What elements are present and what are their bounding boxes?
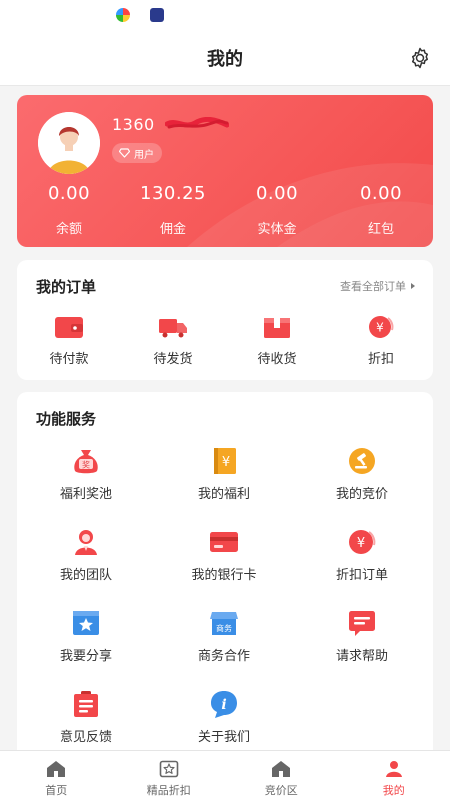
welfare-book-icon: ¥	[214, 448, 236, 474]
service-my-welfare[interactable]: ¥ 我的福利	[155, 446, 293, 508]
svg-text:¥: ¥	[376, 321, 384, 335]
profile-card: 1360 用户 0.00 余额 130.25 佣金 0.00 实体金 0.00 …	[17, 95, 433, 247]
service-my-team[interactable]: 我的团队	[17, 527, 155, 589]
gear-icon[interactable]	[408, 46, 432, 70]
phone-number: 1360	[112, 115, 155, 134]
stat-commission[interactable]: 130.25 佣金	[121, 183, 225, 237]
stat-value: 0.00	[359, 183, 403, 204]
service-label: 福利奖池	[59, 487, 112, 502]
person-icon	[385, 761, 402, 777]
order-status-label: 待收货	[257, 352, 297, 367]
service-discount-orders[interactable]: ¥ 折扣订单	[293, 527, 431, 589]
stat-value: 130.25	[140, 183, 206, 204]
tab-bidding-zone[interactable]: 竞价区	[225, 751, 338, 800]
team-icon	[75, 530, 97, 555]
tab-label: 精品折扣	[146, 784, 191, 797]
bank-card-icon	[210, 532, 238, 552]
wallet-icon	[55, 317, 83, 338]
service-label: 我的银行卡	[191, 568, 257, 583]
avatar[interactable]	[38, 112, 100, 174]
order-status-label: 待付款	[49, 352, 89, 367]
stat-label: 红包	[367, 222, 394, 237]
tab-home[interactable]: 首页	[0, 751, 113, 800]
svg-text:i: i	[221, 697, 226, 713]
tab-label: 竞价区	[264, 784, 298, 797]
view-all-orders-link[interactable]: 查看全部订单	[340, 278, 415, 294]
truck-icon	[159, 319, 187, 338]
tab-label: 我的	[382, 784, 405, 797]
auction-icon	[349, 448, 375, 474]
stat-value: 0.00	[255, 183, 299, 204]
diamond-icon	[119, 148, 130, 158]
tab-label: 首页	[45, 784, 68, 797]
service-label: 我的福利	[197, 487, 250, 502]
service-label: 关于我们	[197, 730, 250, 745]
service-label: 我的竞价	[335, 487, 388, 502]
service-label: 我要分享	[59, 649, 112, 664]
order-pending-payment[interactable]: 待付款	[17, 314, 121, 367]
svg-text:¥: ¥	[222, 455, 230, 470]
service-label: 我的团队	[59, 568, 112, 583]
service-label: 商务合作	[197, 649, 250, 664]
page-header: 我的	[0, 30, 450, 86]
page-title: 我的	[207, 48, 243, 70]
stat-value: 0.00	[47, 183, 91, 204]
caret-right-icon	[411, 283, 415, 289]
share-icon	[73, 611, 99, 635]
status-bar	[0, 0, 450, 30]
prize-bag-icon: 奖	[74, 450, 98, 474]
stat-red-packet[interactable]: 0.00 红包	[329, 183, 433, 237]
help-message-icon	[349, 611, 375, 636]
service-request-help[interactable]: 请求帮助	[293, 608, 431, 670]
stat-balance[interactable]: 0.00 余额	[17, 183, 121, 237]
svg-text:商务: 商务	[216, 623, 232, 633]
stat-label: 余额	[55, 222, 82, 237]
view-all-label: 查看全部订单	[340, 280, 406, 293]
star-box-icon	[159, 760, 179, 778]
order-pending-receipt[interactable]: 待收货	[225, 314, 329, 367]
bottom-tab-bar: 首页 精品折扣 竞价区 我的	[0, 750, 450, 800]
service-my-bidding[interactable]: 我的竞价	[293, 446, 431, 508]
service-share[interactable]: 我要分享	[17, 608, 155, 670]
order-status-row: 待付款 待发货 待收货 ¥ 折扣	[17, 314, 433, 367]
app-notification-icon	[150, 8, 164, 22]
stat-label: 佣金	[159, 222, 186, 237]
app-notification-icon	[116, 8, 130, 22]
services-card: 功能服务 奖 福利奖池 ¥ 我的福利 我的竞价 我的团队 我的银行卡 ¥ 折扣订…	[17, 392, 433, 762]
stat-physical-gold[interactable]: 0.00 实体金	[225, 183, 329, 237]
order-status-label: 待发货	[153, 352, 193, 367]
service-about-us[interactable]: i 关于我们	[155, 689, 293, 751]
info-icon: i	[211, 691, 237, 718]
service-business-cooperation[interactable]: 商务 商务合作	[155, 608, 293, 670]
tab-premium-discount[interactable]: 精品折扣	[113, 751, 226, 800]
svg-text:奖: 奖	[82, 460, 90, 470]
section-title: 我的订单	[36, 278, 97, 296]
yen-coin-icon: ¥	[369, 316, 394, 338]
order-status-label: 折扣	[367, 352, 394, 367]
user-role-badge: 用户	[112, 143, 162, 163]
service-welfare-pool[interactable]: 奖 福利奖池	[17, 446, 155, 508]
discount-order-icon: ¥	[349, 530, 376, 554]
user-role-label: 用户	[134, 149, 154, 161]
service-label: 请求帮助	[335, 649, 388, 664]
order-pending-shipment[interactable]: 待发货	[121, 314, 225, 367]
svg-text:¥: ¥	[357, 536, 365, 551]
home-icon	[272, 761, 291, 777]
account-stats: 0.00 余额 130.25 佣金 0.00 实体金 0.00 红包	[17, 183, 433, 237]
business-store-icon: 商务	[210, 612, 238, 635]
stat-label: 实体金	[257, 222, 297, 237]
my-orders-card: 我的订单 查看全部订单 待付款 待发货 待收货 ¥ 折扣	[17, 260, 433, 380]
home-icon	[47, 761, 66, 777]
order-discount[interactable]: ¥ 折扣	[329, 314, 433, 367]
services-grid: 奖 福利奖池 ¥ 我的福利 我的竞价 我的团队 我的银行卡 ¥ 折扣订单 我要分…	[17, 446, 433, 751]
redaction-scribble	[165, 117, 229, 129]
section-title: 功能服务	[36, 410, 97, 428]
package-icon	[264, 318, 290, 338]
service-label: 意见反馈	[59, 730, 112, 745]
service-feedback[interactable]: 意见反馈	[17, 689, 155, 751]
service-my-bank-card[interactable]: 我的银行卡	[155, 527, 293, 589]
feedback-icon	[74, 691, 98, 717]
service-label: 折扣订单	[335, 568, 388, 583]
tab-mine[interactable]: 我的	[338, 751, 450, 800]
